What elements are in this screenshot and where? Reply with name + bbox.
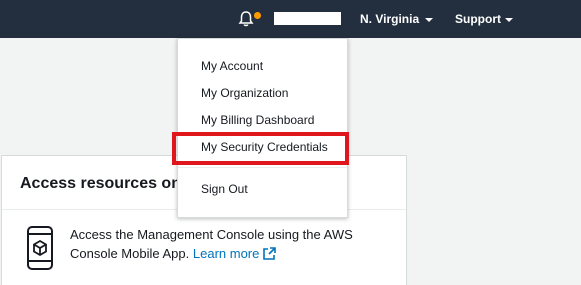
chevron-down-icon[interactable] (425, 18, 433, 22)
menu-divider (178, 167, 347, 168)
account-dropdown-menu: My Account My Organization My Billing Da… (177, 38, 348, 218)
menu-item-sign-out[interactable]: Sign Out (201, 182, 248, 196)
learn-more-link[interactable]: Learn more (193, 246, 259, 261)
menu-item-my-security-credentials[interactable]: My Security Credentials (201, 140, 328, 154)
top-navigation-bar: N. Virginia Support (0, 0, 581, 38)
bell-icon[interactable] (236, 9, 256, 29)
chevron-down-icon[interactable] (505, 18, 513, 22)
notification-dot (254, 12, 261, 19)
region-selector[interactable]: N. Virginia (360, 12, 419, 26)
external-link-icon[interactable] (263, 246, 277, 260)
menu-item-my-organization[interactable]: My Organization (201, 86, 288, 100)
support-menu[interactable]: Support (455, 12, 501, 26)
card-description: Access the Management Console using the … (70, 225, 390, 263)
card-title: Access resources on t (20, 175, 191, 192)
account-name-redacted[interactable] (274, 12, 341, 25)
menu-item-my-billing-dashboard[interactable]: My Billing Dashboard (201, 113, 314, 127)
menu-item-my-account[interactable]: My Account (201, 59, 263, 73)
mobile-phone-icon (26, 225, 54, 271)
